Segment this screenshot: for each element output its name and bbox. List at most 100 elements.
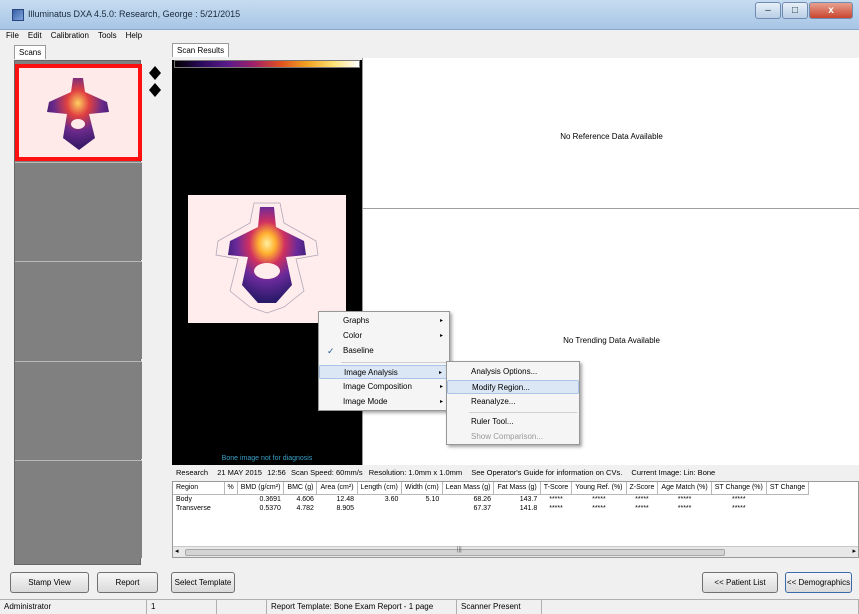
scan-thumbnail-slot[interactable] bbox=[15, 460, 142, 558]
menu-item-image-analysis[interactable]: Image Analysis ▸ bbox=[319, 365, 449, 379]
tab-scan-results[interactable]: Scan Results bbox=[172, 43, 230, 57]
scroll-left-icon[interactable]: ◂ bbox=[175, 547, 179, 555]
scroll-up-icon[interactable] bbox=[149, 66, 161, 73]
scan-thumbnail-slot[interactable] bbox=[15, 361, 142, 459]
cell: ***** bbox=[731, 495, 746, 503]
table-row[interactable]: Transverse 0.5370 4.782 8.905 67.37 141.… bbox=[173, 504, 809, 513]
col-bmd[interactable]: BMD (g/cm²) bbox=[237, 482, 285, 495]
cell: ***** bbox=[677, 495, 692, 503]
scan-speed: Scan Speed: 60mm/s bbox=[290, 468, 363, 477]
menu-item-ruler-tool[interactable]: Ruler Tool... bbox=[447, 415, 579, 429]
col-t-score[interactable]: T-Score bbox=[540, 482, 573, 495]
col-width[interactable]: Width (cm) bbox=[401, 482, 443, 495]
status-filler bbox=[542, 600, 859, 614]
cell: ***** bbox=[549, 504, 563, 512]
spine-scan-image[interactable] bbox=[188, 195, 346, 323]
status-bar: Administrator 1 Report Template: Bone Ex… bbox=[0, 599, 859, 614]
cell: 0.3691 bbox=[259, 495, 281, 503]
current-image-label: Current Image: Lin: Bone bbox=[631, 468, 716, 477]
cell: ***** bbox=[731, 504, 746, 512]
menu-item-label: Color bbox=[343, 331, 363, 340]
scan-thumbnail-slot[interactable] bbox=[15, 162, 142, 260]
col-region[interactable]: Region bbox=[173, 482, 225, 495]
col-age-match[interactable]: Age Match (%) bbox=[657, 482, 712, 495]
menu-item-image-mode[interactable]: Image Mode ▸ bbox=[319, 395, 449, 409]
col-percent[interactable]: % bbox=[224, 482, 238, 495]
menu-file[interactable]: File bbox=[6, 30, 19, 42]
submenu-arrow-icon: ▸ bbox=[439, 399, 443, 405]
minimize-button[interactable]: – bbox=[755, 2, 781, 19]
col-st-change-pct[interactable]: ST Change (%) bbox=[711, 482, 767, 495]
cell bbox=[357, 504, 401, 513]
cell: Transverse bbox=[176, 504, 211, 512]
scroll-down-icon[interactable] bbox=[149, 83, 161, 90]
table-row[interactable]: Body 0.3691 4.606 12.48 3.60 5.10 68.26 … bbox=[173, 494, 809, 504]
status-user: Administrator bbox=[0, 600, 147, 614]
col-young-ref[interactable]: Young Ref. (%) bbox=[571, 482, 627, 495]
submenu-arrow-icon: ▸ bbox=[439, 333, 443, 339]
results-table[interactable]: Region % BMD (g/cm²) BMC (g) Area (cm²) … bbox=[172, 481, 859, 558]
col-area[interactable]: Area (cm²) bbox=[316, 482, 358, 495]
tab-scans[interactable]: Scans bbox=[14, 45, 47, 59]
close-button[interactable]: x bbox=[809, 2, 853, 19]
patient-list-button[interactable]: << Patient List bbox=[702, 572, 778, 593]
cell: 143.7 bbox=[519, 495, 538, 503]
menu-item-label: Image Composition bbox=[343, 382, 412, 391]
col-z-score[interactable]: Z-Score bbox=[626, 482, 659, 495]
cell: ***** bbox=[592, 504, 606, 512]
status-count: 1 bbox=[147, 600, 217, 614]
stamp-view-button[interactable]: Stamp View bbox=[10, 572, 89, 593]
col-st-change[interactable]: ST Change bbox=[766, 482, 810, 495]
menu-item-label: Image Analysis bbox=[344, 368, 398, 377]
scrollbar-thumb[interactable] bbox=[185, 549, 725, 556]
cell bbox=[224, 504, 237, 513]
report-button[interactable]: Report bbox=[97, 572, 158, 593]
status-report-template: Report Template: Bone Exam Report - 1 pa… bbox=[267, 600, 457, 614]
menu-item-color[interactable]: Color ▸ bbox=[319, 329, 449, 343]
cell: 0.5370 bbox=[259, 504, 281, 512]
results-divider bbox=[363, 208, 859, 209]
status-blank bbox=[217, 600, 267, 614]
scan-thumbnail-selected[interactable] bbox=[15, 64, 142, 161]
scroll-down-icon-lower[interactable] bbox=[149, 90, 161, 97]
select-template-button[interactable]: Select Template bbox=[171, 572, 235, 593]
menu-item-image-composition[interactable]: Image Composition ▸ bbox=[319, 380, 449, 394]
menu-item-label: Graphs bbox=[343, 316, 370, 325]
menu-tools[interactable]: Tools bbox=[98, 30, 117, 42]
title-bar: Illuminatus DXA 4.5.0: Research, George … bbox=[0, 0, 859, 30]
menu-item-label: Image Mode bbox=[343, 397, 388, 406]
maximize-button[interactable]: □ bbox=[782, 2, 808, 19]
submenu-arrow-icon: ▸ bbox=[439, 384, 443, 390]
menu-calibration[interactable]: Calibration bbox=[51, 30, 89, 42]
menu-item-graphs[interactable]: Graphs ▸ bbox=[319, 314, 449, 328]
window-title: Illuminatus DXA 4.5.0: Research, George … bbox=[28, 9, 241, 19]
menu-help[interactable]: Help bbox=[126, 30, 142, 42]
scan-thumbnail-list[interactable] bbox=[14, 60, 142, 565]
menu-bar: File Edit Calibration Tools Help bbox=[0, 30, 859, 42]
menu-item-baseline[interactable]: ✓ Baseline bbox=[319, 344, 449, 358]
horizontal-scrollbar[interactable]: ◂ ||| ▸ bbox=[173, 546, 858, 557]
cell: 3.60 bbox=[384, 495, 399, 503]
menu-edit[interactable]: Edit bbox=[28, 30, 42, 42]
scroll-right-icon[interactable]: ▸ bbox=[852, 547, 856, 555]
scroll-up-icon-lower[interactable] bbox=[149, 73, 161, 80]
checkmark-icon: ✓ bbox=[327, 346, 335, 356]
cell: 141.8 bbox=[519, 504, 538, 512]
menu-item-modify-region[interactable]: Modify Region... bbox=[447, 380, 579, 394]
cell: 8.905 bbox=[336, 504, 355, 512]
col-bmc[interactable]: BMC (g) bbox=[283, 482, 318, 495]
scan-guide-note: See Operator's Guide for information on … bbox=[471, 468, 623, 477]
image-disclaimer: Bone image not for diagnosis bbox=[221, 455, 313, 462]
col-fat-mass[interactable]: Fat Mass (g) bbox=[493, 482, 541, 495]
submenu-arrow-icon: ▸ bbox=[439, 318, 443, 324]
demographics-button[interactable]: << Demographics bbox=[785, 572, 852, 593]
menu-item-reanalyze[interactable]: Reanalyze... bbox=[447, 395, 579, 409]
cell: 4.782 bbox=[296, 504, 314, 512]
cell: ***** bbox=[549, 495, 563, 503]
color-scale-bar[interactable] bbox=[174, 60, 360, 68]
app-icon bbox=[12, 9, 24, 21]
col-length[interactable]: Length (cm) bbox=[357, 482, 402, 495]
menu-item-analysis-options[interactable]: Analysis Options... bbox=[447, 365, 579, 379]
col-lean-mass[interactable]: Lean Mass (g) bbox=[442, 482, 495, 495]
scan-thumbnail-slot[interactable] bbox=[15, 261, 142, 359]
